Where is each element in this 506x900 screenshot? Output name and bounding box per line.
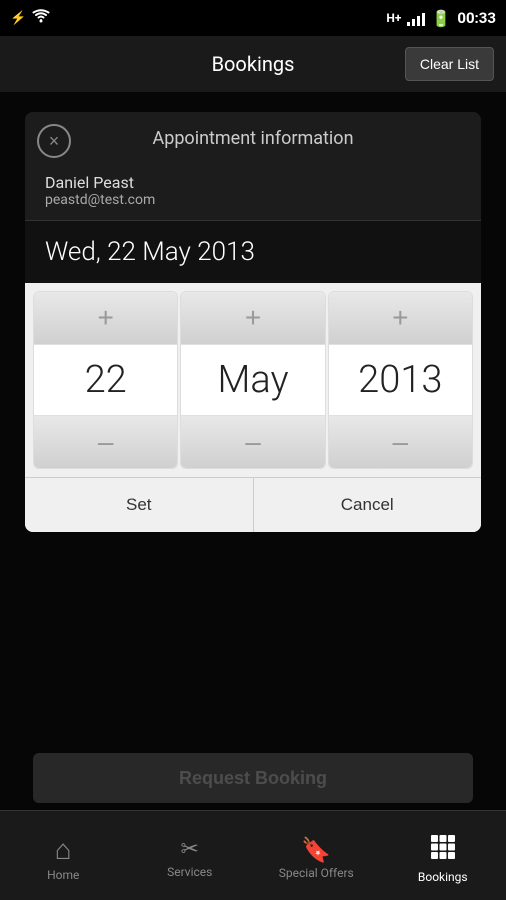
dialog: × Appointment information Daniel Peast p… [25,112,481,532]
app-header: Bookings Clear List [0,36,506,92]
date-display: Wed, 22 May 2013 [25,221,481,283]
nav-label-special-offers: Special Offers [279,866,354,880]
minus-icon: – [393,426,409,458]
month-spinner: + May – [180,291,325,469]
plus-icon: + [245,302,261,334]
home-icon: ⌂ [55,836,72,864]
nav-item-home[interactable]: ⌂ Home [0,811,127,900]
dialog-title: Appointment information [25,112,481,165]
bookmark-icon: 🔖 [301,838,331,862]
wifi-icon [32,9,50,27]
dialog-user-info: Daniel Peast peastd@test.com [25,165,481,221]
cancel-button[interactable]: Cancel [254,478,482,532]
nav-item-bookings[interactable]: Bookings [380,811,506,900]
day-spinner: + 22 – [33,291,178,469]
signal-bars [407,10,425,26]
usb-icon: ⚡ [10,11,26,26]
scissors-icon: ✂ [181,839,199,861]
year-value: 2013 [329,344,472,416]
day-decrement-button[interactable]: – [34,416,177,468]
battery-icon: 🔋 [431,9,451,28]
plus-icon: + [97,302,113,334]
dialog-close-button[interactable]: × [37,124,71,158]
date-picker: Wed, 22 May 2013 + 22 – + [25,221,481,477]
nav-item-services[interactable]: ✂ Services [127,811,254,900]
dialog-actions: Set Cancel [25,477,481,532]
status-right-icons: H+ 🔋 00:33 [386,9,496,28]
plus-icon: + [392,302,408,334]
day-increment-button[interactable]: + [34,292,177,344]
status-bar: ⚡ H+ 🔋 00:33 [0,0,506,36]
clear-list-button[interactable]: Clear List [405,47,494,81]
network-type: H+ [386,11,401,25]
day-value: 22 [34,344,177,416]
minus-icon: – [245,426,261,458]
user-email: peastd@test.com [45,192,461,208]
calendar-grid-icon [429,833,457,866]
modal-overlay: × Appointment information Daniel Peast p… [0,92,506,810]
month-increment-button[interactable]: + [181,292,324,344]
year-spinner: + 2013 – [328,291,473,469]
month-decrement-button[interactable]: – [181,416,324,468]
nav-label-services: Services [167,865,212,879]
year-increment-button[interactable]: + [329,292,472,344]
set-button[interactable]: Set [25,478,254,532]
nav-label-home: Home [47,868,79,882]
status-time: 00:33 [457,9,496,27]
month-value: May [181,344,324,416]
spinner-container: + 22 – + May – [25,283,481,477]
year-decrement-button[interactable]: – [329,416,472,468]
nav-label-bookings: Bookings [418,870,468,884]
page-title: Bookings [173,52,334,76]
nav-item-special-offers[interactable]: 🔖 Special Offers [253,811,380,900]
minus-icon: – [98,426,114,458]
bottom-nav: ⌂ Home ✂ Services 🔖 Special Offers Booki… [0,810,506,900]
status-left-icons: ⚡ [10,9,50,27]
user-name: Daniel Peast [45,173,461,192]
